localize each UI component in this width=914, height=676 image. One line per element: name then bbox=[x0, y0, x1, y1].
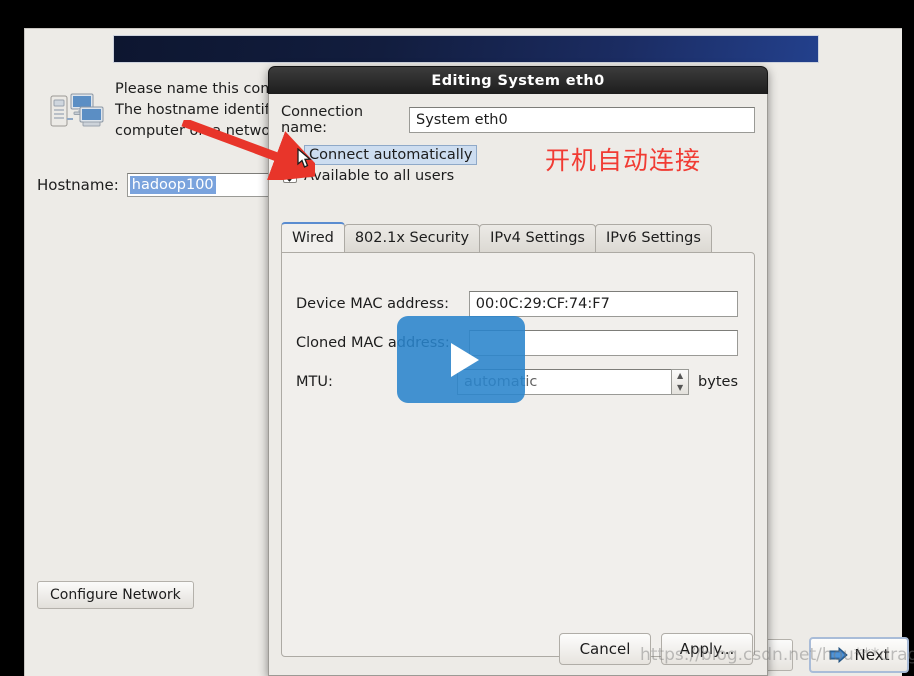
dialog-title: Editing System eth0 bbox=[431, 72, 605, 89]
device-mac-row: Device MAC address: 00:0C:29:CF:74:F7 bbox=[296, 291, 738, 317]
play-triangle-icon bbox=[451, 342, 479, 377]
device-mac-input[interactable]: 00:0C:29:CF:74:F7 bbox=[468, 291, 738, 317]
chinese-annotation: 开机自动连接 bbox=[545, 146, 702, 175]
device-mac-value: 00:0C:29:CF:74:F7 bbox=[475, 296, 610, 312]
wired-tab-panel: Device MAC address: 00:0C:29:CF:74:F7 Cl… bbox=[281, 252, 755, 657]
tab-ipv6-settings[interactable]: IPv6 Settings bbox=[595, 224, 712, 252]
watermark-text: https://blog.csdn.net/hou***dragonet bbox=[640, 645, 914, 665]
tab-wired[interactable]: Wired bbox=[281, 222, 345, 252]
connection-name-row: Connection name: System eth0 bbox=[281, 104, 755, 136]
tab-8021x-security[interactable]: 802.1x Security bbox=[343, 224, 481, 252]
tab-ipv4-settings-label: IPv4 Settings bbox=[490, 230, 585, 246]
red-arrow-annotation bbox=[181, 120, 315, 180]
configure-network-label: Configure Network bbox=[50, 587, 181, 603]
tab-ipv4-settings[interactable]: IPv4 Settings bbox=[479, 224, 596, 252]
configure-network-button[interactable]: Configure Network bbox=[37, 581, 194, 609]
connect-automatically-label: Connect automatically bbox=[304, 145, 478, 165]
hostname-label: Hostname: bbox=[37, 176, 119, 194]
play-button-overlay[interactable] bbox=[397, 316, 525, 403]
device-mac-label: Device MAC address: bbox=[296, 296, 449, 312]
mtu-units-label: bytes bbox=[698, 374, 738, 390]
dialog-titlebar[interactable]: Editing System eth0 bbox=[268, 66, 768, 94]
tab-8021x-security-label: 802.1x Security bbox=[354, 230, 470, 246]
screenshot-root: Please name this computer. The hostname … bbox=[0, 0, 914, 676]
settings-tabstrip: Wired 802.1x Security IPv4 Settings IPv6… bbox=[281, 222, 755, 252]
mouse-cursor-icon bbox=[297, 148, 312, 168]
cancel-button[interactable]: Cancel bbox=[559, 633, 651, 665]
mtu-stepper[interactable]: ▲ ▼ bbox=[671, 369, 690, 395]
network-computers-icon bbox=[49, 91, 105, 131]
installer-banner bbox=[113, 35, 819, 63]
tab-wired-label: Wired bbox=[292, 230, 334, 246]
available-all-users-label: Available to all users bbox=[304, 168, 455, 184]
cancel-label: Cancel bbox=[579, 640, 631, 658]
spin-down-icon[interactable]: ▼ bbox=[677, 384, 683, 392]
spin-up-icon[interactable]: ▲ bbox=[677, 372, 683, 380]
connection-name-value: System eth0 bbox=[416, 112, 508, 128]
tab-ipv6-settings-label: IPv6 Settings bbox=[606, 230, 701, 246]
connection-name-input[interactable]: System eth0 bbox=[409, 107, 755, 133]
